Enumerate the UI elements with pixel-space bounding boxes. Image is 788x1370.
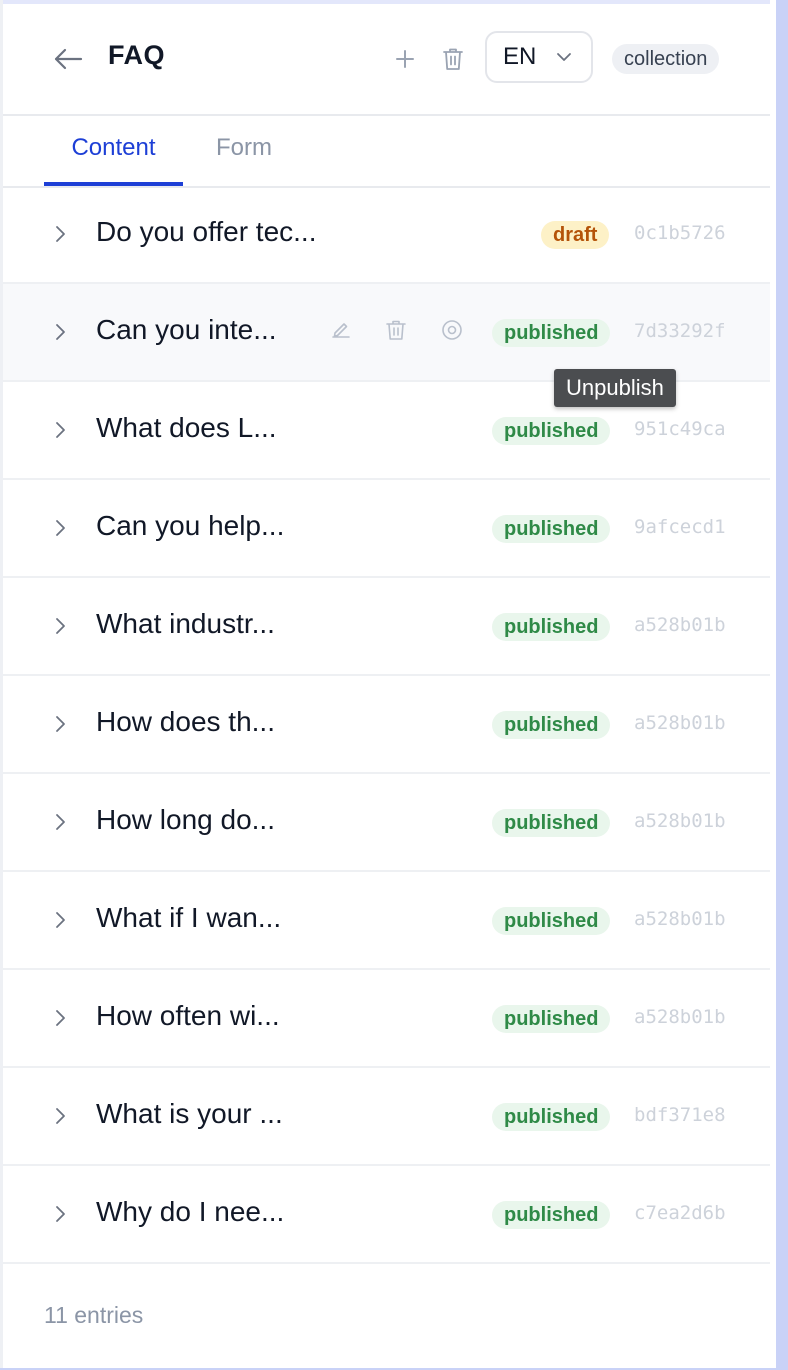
table-row[interactable]: How does th... published a528b01b [3,676,770,774]
entry-title: What industr... [96,608,275,639]
chevron-right-icon [56,226,65,242]
entry-title: Can you inte... [96,314,277,345]
chevron-right-icon [56,618,65,634]
entry-hash: 7d33292f [634,320,726,342]
trash-icon [386,320,406,340]
back-button[interactable] [51,44,85,74]
status-badge: published [492,1201,611,1229]
status-badge: published [492,319,611,347]
table-row[interactable]: What is your ... published bdf371e8 [3,1068,770,1166]
entry-hash: 951c49ca [634,418,726,440]
edit-entry-button[interactable] [327,316,355,344]
table-row[interactable]: Do you offer tec... draft 0c1b5726 [3,186,770,284]
entry-title: Do you offer tec... [96,216,317,247]
chevron-right-icon [56,814,65,830]
table-row[interactable]: Can you inte... published 7d33292f [3,284,770,382]
chevron-right-icon [56,716,65,732]
entry-hash: 9afcecd1 [634,516,726,538]
pencil-icon [332,323,350,338]
expand-row-button[interactable] [48,418,72,442]
chevron-right-icon [56,520,65,536]
status-badge: published [492,417,611,445]
expand-row-button[interactable] [48,222,72,246]
chevron-right-icon [56,1010,65,1026]
unpublish-entry-button[interactable] [438,316,466,344]
expand-row-button[interactable] [48,614,72,638]
right-gutter [770,0,788,1368]
entry-hash: bdf371e8 [634,1104,726,1126]
expand-row-button[interactable] [48,810,72,834]
trash-icon [443,48,463,70]
entry-hash: 0c1b5726 [634,222,726,244]
status-badge: published [492,907,611,935]
expand-row-button[interactable] [48,516,72,540]
entry-hash: a528b01b [634,810,726,832]
plus-icon [396,50,414,68]
status-badge: draft [541,221,610,249]
tab-content[interactable]: Content [44,116,183,186]
unpublish-tooltip: Unpublish [554,369,676,407]
entry-hash: c7ea2d6b [634,1202,726,1224]
entry-title: What is your ... [96,1098,283,1129]
chevron-right-icon [56,422,65,438]
entry-title: Can you help... [96,510,285,541]
delete-entry-button[interactable] [382,316,410,344]
table-row[interactable]: What industr... published a528b01b [3,578,770,676]
entry-title: Why do I nee... [96,1196,285,1227]
status-badge: published [492,1005,611,1033]
unpublish-icon [442,320,462,340]
table-row[interactable]: What if I wan... published a528b01b [3,872,770,970]
add-entry-button[interactable] [390,44,420,74]
entry-title: How does th... [96,706,275,737]
chevron-right-icon [56,1206,65,1222]
status-badge: published [492,1103,611,1131]
table-row[interactable]: Can you help... published 9afcecd1 [3,480,770,578]
chevron-right-icon [56,1108,65,1124]
app-frame: FAQ EN collection Content Form Do you of… [0,0,788,1368]
chevron-right-icon [56,912,65,928]
arrow-left-icon [54,48,83,70]
expand-row-button[interactable] [48,320,72,344]
tab-form[interactable]: Form [203,116,285,184]
entry-hash: a528b01b [634,908,726,930]
entry-title: How long do... [96,804,275,835]
language-value: EN [503,43,537,70]
entry-hash: a528b01b [634,712,726,734]
status-badge: published [492,515,611,543]
table-row[interactable]: How often wi... published a528b01b [3,970,770,1068]
table-row[interactable]: Why do I nee... published c7ea2d6b [3,1166,770,1264]
expand-row-button[interactable] [48,1006,72,1030]
table-row[interactable]: How long do... published a528b01b [3,774,770,872]
tab-bar: Content Form [3,116,770,188]
entry-hash: a528b01b [634,614,726,636]
status-badge: published [492,711,611,739]
panel-header: FAQ EN collection [3,4,770,116]
language-select[interactable]: EN [485,31,593,83]
type-badge: collection [612,44,720,74]
page-title: FAQ [108,40,166,70]
expand-row-button[interactable] [48,712,72,736]
expand-row-button[interactable] [48,1104,72,1128]
status-badge: published [492,613,611,641]
collection-panel: FAQ EN collection Content Form Do you of… [3,4,770,1368]
panel-footer: 11 entries [3,1262,770,1370]
entry-list: Do you offer tec... draft 0c1b5726 Can you … [3,186,770,1264]
chevron-right-icon [56,324,65,340]
entry-hash: a528b01b [634,1006,726,1028]
chevron-down-icon [557,53,571,61]
delete-collection-button[interactable] [438,44,468,74]
expand-row-button[interactable] [48,1202,72,1226]
entry-title: What if I wan... [96,902,282,933]
entry-title: How often wi... [96,1000,280,1031]
expand-row-button[interactable] [48,908,72,932]
entry-count: 11 entries [44,1302,144,1328]
status-badge: published [492,809,611,837]
entry-title: What does L... [96,412,277,443]
